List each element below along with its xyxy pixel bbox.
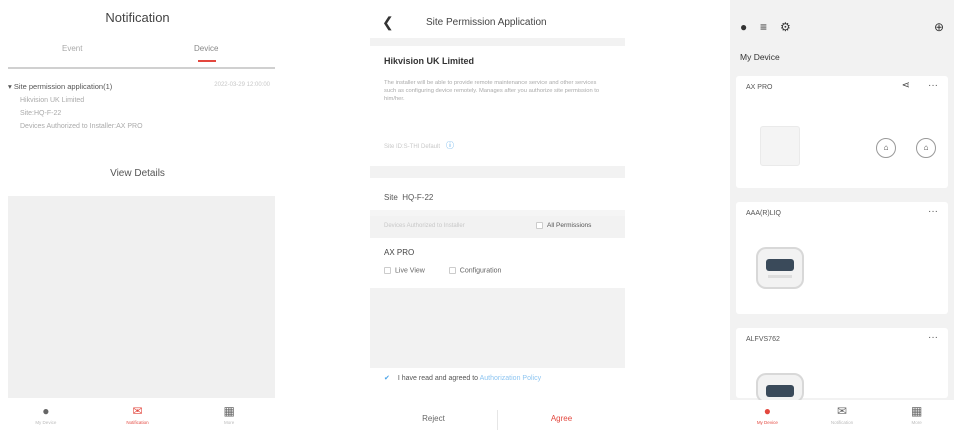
- company-name: Hikvision UK Limited: [384, 56, 475, 66]
- reject-button[interactable]: Reject: [370, 410, 498, 430]
- device-card[interactable]: ALFVS762 ···: [736, 328, 948, 403]
- more-icon: ▦: [223, 404, 235, 418]
- page-title: Notification: [105, 10, 170, 25]
- device-card[interactable]: AAA(R)LIQ ···: [736, 202, 948, 314]
- more-icon: ▦: [910, 404, 923, 418]
- nav-my-device[interactable]: ● My Device: [737, 405, 797, 425]
- page-title: My Device: [740, 52, 780, 62]
- live-view-checkbox[interactable]: Live View: [384, 267, 425, 274]
- bottom-nav: ● My Device ✉ Notification ▦ More: [730, 400, 954, 430]
- tab-event[interactable]: Event: [62, 44, 82, 53]
- nav-my-device[interactable]: ● My Device: [16, 405, 76, 425]
- authorization-policy-link[interactable]: Authorization Policy: [480, 375, 541, 382]
- notification-icon: ✉: [836, 404, 848, 418]
- arm-home-icon[interactable]: ⌂: [916, 138, 936, 158]
- checkbox-icon: [448, 267, 456, 274]
- keypad-image: [756, 373, 804, 403]
- bottom-nav: ● My Device ✉ Notification ▦ More: [0, 400, 275, 430]
- share-icon[interactable]: ⋖: [902, 80, 910, 91]
- nav-notification[interactable]: ✉ Notification: [812, 405, 872, 425]
- empty-area: [8, 196, 275, 398]
- site-validity: Site ID:S-THI Default ⓘ: [384, 141, 455, 150]
- top-toolbar: ● ≡ ⚙ ⊕: [740, 20, 950, 38]
- keypad-image: [756, 247, 804, 289]
- checkbox-icon: [384, 267, 391, 274]
- divider: [370, 38, 625, 46]
- device-icon: ●: [763, 404, 771, 418]
- notification-time: 2022-03-29 12:00:00: [214, 82, 270, 88]
- more-options-icon[interactable]: ···: [928, 206, 938, 217]
- site-permission-screen: ❮ Site Permission Application Hikvision …: [370, 0, 625, 430]
- my-device-screen: ● ≡ ⚙ ⊕ My Device AX PRO ⋖ ··· ⌂ ⌂ AAA(R…: [730, 0, 954, 430]
- device-name: AX PRO: [384, 248, 415, 257]
- notification-devices: Devices Authorized to Installer:AX PRO: [20, 123, 143, 130]
- notification-icon: ✉: [132, 404, 143, 418]
- permission-description: The installer will be able to provide re…: [384, 80, 600, 102]
- notification-screen: Notification Event Device ▾ Site permiss…: [0, 0, 275, 430]
- more-options-icon[interactable]: ···: [928, 332, 938, 343]
- devices-authorized-label: Devices Authorized to Installer: [384, 223, 465, 229]
- device-name: AX PRO: [746, 84, 773, 91]
- device-card[interactable]: AX PRO ⋖ ··· ⌂ ⌂: [736, 76, 948, 188]
- notification-tabs: Event Device: [0, 38, 275, 68]
- tab-device[interactable]: Device: [194, 44, 218, 53]
- device-name: AAA(R)LIQ: [746, 210, 782, 217]
- divider: [370, 166, 625, 178]
- divider: [8, 67, 275, 69]
- agree-button[interactable]: Agree: [498, 410, 625, 430]
- notification-company: Hikvision UK Limited: [20, 97, 85, 104]
- nav-notification[interactable]: ✉ Notification: [107, 405, 167, 425]
- view-details-button[interactable]: View Details: [0, 168, 275, 179]
- nav-more[interactable]: ▦ More: [199, 405, 259, 425]
- info-icon[interactable]: ⓘ: [446, 141, 454, 150]
- all-permissions-checkbox[interactable]: All Permissions: [536, 222, 591, 229]
- agreement-row[interactable]: ✔ I have read and agreed to Authorization…: [384, 374, 614, 384]
- account-icon[interactable]: ●: [740, 20, 747, 34]
- check-icon[interactable]: ✔: [384, 375, 390, 382]
- configuration-checkbox[interactable]: Configuration: [448, 267, 501, 274]
- site-row: Site HQ-F-22: [384, 193, 434, 202]
- menu-icon[interactable]: ≡: [760, 20, 767, 34]
- notification-site: Site:HQ-F-22: [20, 110, 62, 117]
- header: ❮ Site Permission Application: [370, 8, 625, 38]
- more-options-icon[interactable]: ···: [928, 80, 938, 91]
- empty-area: [370, 288, 625, 368]
- settings-icon[interactable]: ⚙: [780, 20, 791, 34]
- devices-authorized-row: Devices Authorized to Installer All Perm…: [370, 216, 625, 238]
- action-buttons: Reject Agree: [370, 410, 625, 430]
- device-icon: ●: [42, 404, 50, 418]
- back-icon[interactable]: ❮: [382, 14, 394, 31]
- checkbox-icon: [536, 222, 543, 229]
- notification-header: ▾ Site permission application(1) 2022-03…: [8, 82, 270, 91]
- arm-away-icon[interactable]: ⌂: [876, 138, 896, 158]
- nav-more[interactable]: ▦ More: [887, 405, 947, 425]
- hub-image: [760, 126, 800, 166]
- notification-item[interactable]: ▾ Site permission application(1) 2022-03…: [8, 82, 270, 130]
- notification-title: ▾ Site permission application(1): [8, 82, 113, 91]
- active-tab-indicator: [198, 60, 216, 62]
- permission-options: Live View Configuration: [384, 267, 523, 274]
- page-title: Site Permission Application: [426, 17, 547, 28]
- add-icon[interactable]: ⊕: [934, 20, 944, 34]
- device-name: ALFVS762: [746, 336, 780, 343]
